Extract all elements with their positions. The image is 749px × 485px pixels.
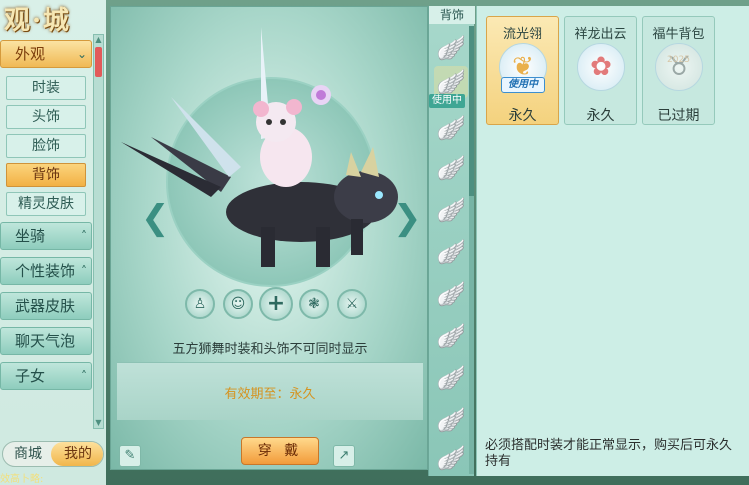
subitem-fashion[interactable]: 时装: [6, 76, 86, 100]
wing-icon[interactable]: 🪽: [434, 112, 468, 144]
conflict-note: 五方狮舞时装和头饰不可同时显示: [172, 342, 368, 357]
category-label: 个性装饰: [15, 262, 76, 280]
in-use-badge: 使用中: [501, 77, 545, 93]
subitem-faceware[interactable]: 脸饰: [6, 134, 86, 158]
wing-icon[interactable]: 🪽: [434, 194, 468, 226]
pose-icon[interactable]: ❃: [299, 289, 329, 319]
sidebar-scrollbar[interactable]: ▲ ▼: [93, 34, 104, 429]
item-duration: 永久: [586, 108, 615, 124]
chevron-down-icon: ⌄: [76, 47, 87, 61]
backwear-strip: 背饰 🪽 🪽 使用中 🪽 🪽 🪽 🪽 🪽 🪽 🪽 🪽 🪽: [428, 6, 475, 476]
shop-mine-toggle: 商城 我的: [2, 441, 104, 467]
mount-model-image[interactable]: [111, 27, 429, 287]
item-card[interactable]: 福牛背包 ♉ 2025 已过期: [642, 16, 715, 125]
wing-icon[interactable]: 🪽: [434, 404, 468, 436]
face-icon[interactable]: ☺: [223, 289, 253, 319]
category-children[interactable]: 子女 ˄: [0, 362, 92, 390]
category-label: 坐骑: [15, 227, 46, 245]
status-text: 效高卜略:: [0, 474, 44, 485]
edit-icon[interactable]: ✎: [119, 445, 141, 467]
item-name: 祥龙出云: [574, 27, 627, 42]
category-appearance[interactable]: 外观 ⌄: [0, 40, 92, 68]
category-label: 聊天气泡: [15, 332, 76, 350]
logo: 观·城: [4, 6, 72, 36]
subitem-backwear[interactable]: 背饰: [6, 163, 86, 187]
item-name: 福牛背包: [652, 27, 705, 42]
wing-icon[interactable]: 🪽: [434, 236, 468, 268]
add-icon[interactable]: +: [259, 287, 293, 321]
item-card[interactable]: 流光翎 ❦ 使用中 永久: [486, 16, 559, 125]
scroll-thumb[interactable]: [95, 47, 102, 77]
chevron-up-icon: ˄: [81, 229, 87, 243]
category-decoration[interactable]: 个性装饰 ˄: [0, 257, 92, 285]
wear-button[interactable]: 穿 戴: [241, 437, 319, 465]
category-chat-bubble[interactable]: 聊天气泡: [0, 327, 92, 355]
share-icon[interactable]: ↗: [333, 445, 355, 467]
in-use-badge: 使用中: [429, 94, 465, 108]
item-card[interactable]: 祥龙出云 ✿ 永久: [564, 16, 637, 125]
wing-icon[interactable]: 🪽: [434, 442, 468, 474]
rotate-right-icon[interactable]: ❯: [393, 197, 422, 239]
chevron-up-icon: ˄: [81, 264, 87, 278]
validity-box: 有效期至：永久: [117, 362, 423, 420]
wardrobe-window: 观·城 外观 ⌄ 时装 头饰 脸饰 背饰 精灵皮肤 坐骑 ˄ 个性装饰 ˄ 武器…: [0, 0, 749, 485]
category-weapon-skin[interactable]: 武器皮肤: [0, 292, 92, 320]
tab-shop[interactable]: 商城: [3, 442, 53, 466]
category-label: 子女: [15, 367, 46, 385]
rotate-left-icon[interactable]: ❮: [141, 197, 170, 239]
item-detail-panel: 流光翎 ❦ 使用中 永久 祥龙出云 ✿ 永久 福牛背包 ♉ 2025 已过期 必…: [476, 6, 749, 476]
wing-icon[interactable]: 🪽: [434, 320, 468, 352]
strip-scrollbar[interactable]: [469, 26, 474, 474]
character-preview: ❮ ❯ ♙ ☺ + ❃ ⚔ 五方狮舞时装和头饰不可同时显示 有效期至：永久 ✎ …: [110, 6, 428, 470]
person-icon[interactable]: ♙: [185, 289, 215, 319]
validity-text: 有效期至：永久: [224, 387, 316, 402]
dragon-cloud-icon: ✿: [577, 43, 625, 91]
subitem-sprite-skin[interactable]: 精灵皮肤: [6, 192, 86, 216]
chevron-up-icon: ˄: [81, 369, 87, 383]
item-duration: 永久: [508, 108, 537, 124]
preview-actions: ♙ ☺ + ❃ ⚔: [185, 287, 375, 321]
wing-icon[interactable]: 🪽: [434, 278, 468, 310]
wing-icon[interactable]: 🪽: [434, 152, 468, 184]
item-year: 2025: [667, 55, 690, 65]
item-description: 必须搭配时装才能正常显示，购买后可永久持有: [485, 438, 733, 469]
item-duration: 已过期: [657, 108, 700, 124]
sidebar: 观·城 外观 ⌄ 时装 头饰 脸饰 背饰 精灵皮肤 坐骑 ˄ 个性装饰 ˄ 武器…: [0, 0, 106, 485]
strip-title: 背饰: [429, 6, 475, 24]
tab-mine[interactable]: 我的: [51, 442, 103, 466]
scroll-thumb[interactable]: [469, 26, 474, 196]
scroll-down-icon[interactable]: ▼: [94, 418, 103, 428]
subitem-headwear[interactable]: 头饰: [6, 105, 86, 129]
category-label: 武器皮肤: [15, 297, 76, 315]
item-name: 流光翎: [502, 27, 542, 42]
scroll-up-icon[interactable]: ▲: [94, 35, 103, 45]
wing-icon[interactable]: 🪽: [434, 32, 468, 64]
weapon-icon[interactable]: ⚔: [337, 289, 367, 319]
ox-backpack-icon: ♉: [655, 43, 703, 91]
category-mount[interactable]: 坐骑 ˄: [0, 222, 92, 250]
wing-icon[interactable]: 🪽: [434, 362, 468, 394]
category-label: 外观: [15, 45, 46, 63]
